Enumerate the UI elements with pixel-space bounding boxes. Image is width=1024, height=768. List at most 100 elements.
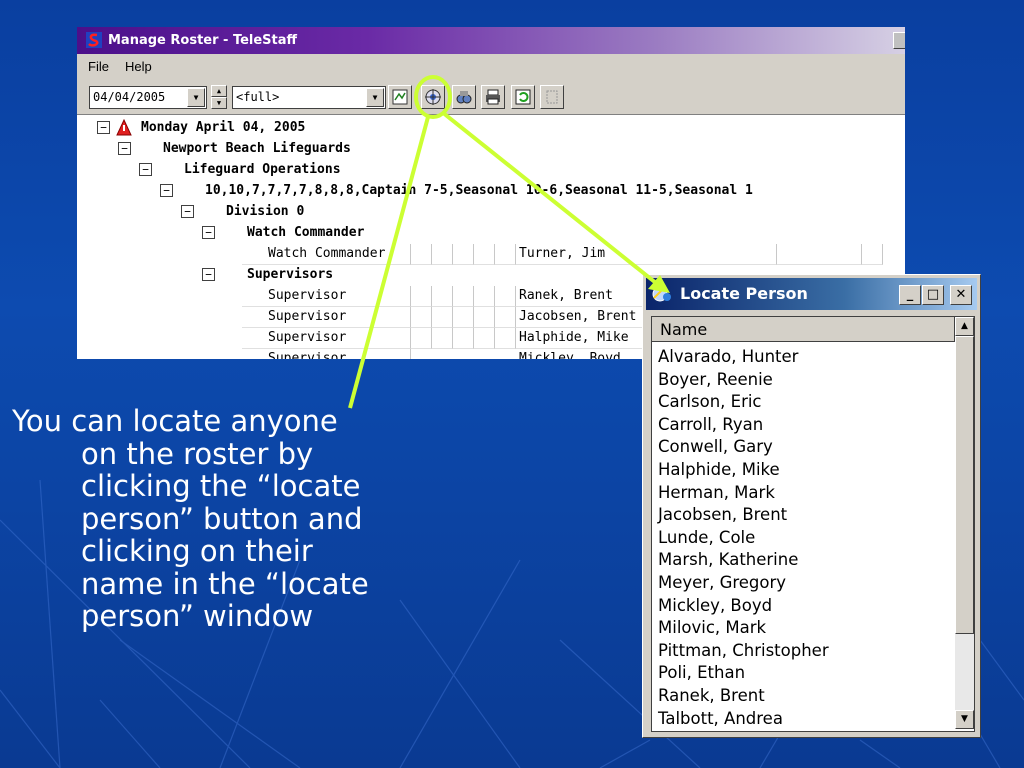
list-item[interactable]: Conwell, Gary [658,437,773,456]
locate-title: Locate Person [680,284,808,303]
window-control-button[interactable] [893,32,905,49]
search-button[interactable] [452,85,476,109]
collapse-icon[interactable]: − [160,184,173,197]
name-column-header[interactable]: Name [652,317,955,342]
scroll-down-icon[interactable]: ▼ [955,710,974,729]
list-item[interactable]: Talbott, Andrea [658,709,783,728]
caption-line: name in the “locate [81,566,369,601]
position-cell: Supervisor [242,307,411,328]
list-item[interactable]: Pittman, Christopher [658,641,829,660]
empty-cell [432,244,453,265]
close-icon[interactable]: ✕ [950,285,972,305]
list-item[interactable]: Carlson, Eric [658,392,762,411]
list-item[interactable]: Mickley, Boyd [658,596,772,615]
list-item[interactable]: Poli, Ethan [658,663,745,682]
tree-node-division[interactable]: − Division 0 [77,202,905,223]
name-list[interactable]: Name Alvarado, Hunter Boyer, Reenie Carlso… [651,316,975,732]
maximize-icon[interactable]: □ [922,285,944,305]
position-cell: Supervisor [242,286,411,307]
locate-person-button[interactable] [421,85,445,109]
list-item[interactable]: Halphide, Mike [658,460,780,479]
date-dropdown-button[interactable]: ▼ [187,88,205,107]
tree-node-watch[interactable]: − Watch Commander [77,223,905,244]
roster-title: Manage Roster - TeleStaff [108,33,298,48]
table-row[interactable]: Watch Commander Turner, Jim [77,244,905,265]
collapse-icon[interactable]: − [118,142,131,155]
roster-titlebar[interactable]: Manage Roster - TeleStaff [77,27,905,54]
view-dropdown-button[interactable]: ▼ [366,88,384,107]
menu-file[interactable]: File [88,59,109,74]
person-name: Ranek, Brent [519,288,613,303]
print-button[interactable] [481,85,505,109]
view-select[interactable]: <full> ▼ [232,86,386,109]
locate-titlebar[interactable]: Locate Person _ □ ✕ [646,278,977,310]
empty-cell [474,328,495,349]
list-item[interactable]: Meyer, Gregory [658,573,786,592]
list-item[interactable]: Herman, Mark [658,483,775,502]
position-text: Watch Commander [268,246,386,261]
list-item[interactable]: Lunde, Cole [658,528,755,547]
list-item[interactable]: Carroll, Ryan [658,415,763,434]
date-spinner[interactable]: ▲ ▼ [211,85,227,109]
position-text: Supervisor [268,309,347,324]
spin-down-icon[interactable]: ▼ [211,97,227,109]
position-cell: Supervisor [242,349,411,359]
position-cell: Watch Commander [242,244,411,265]
person-name: Halphide, Mike [519,330,629,345]
list-item[interactable]: Milovic, Mark [658,618,766,637]
collapse-icon[interactable]: − [139,163,152,176]
disabled-tool-button[interactable] [540,85,564,109]
empty-cell [411,328,432,349]
spin-up-icon[interactable]: ▲ [211,85,227,97]
list-item[interactable]: Ranek, Brent [658,686,765,705]
locate-person-icon [425,89,441,105]
shift-codes: 10,10,7,7,7,7,8,8,8,Captain 7-5,Seasonal… [205,183,753,198]
toolbar: 04/04/2005 ▼ ▲ ▼ <full> ▼ [77,80,905,115]
scrollbar[interactable]: ▲ ▼ [955,317,974,729]
tree-node-operations[interactable]: − Lifeguard Operations [77,160,905,181]
minimize-icon[interactable]: _ [899,285,921,305]
empty-cell [777,244,862,265]
empty-cell [432,307,453,328]
list-item[interactable]: Marsh, Katherine [658,550,798,569]
menu-bar: File Help [77,54,905,80]
date-value: 04/04/2005 [93,90,166,104]
collapse-icon[interactable]: − [97,121,110,134]
roster-grid-button[interactable] [388,85,412,109]
locate-person-icon [652,286,671,302]
caption-line: person” button and [81,501,363,536]
watch-group-label: Watch Commander [247,225,365,240]
person-name: Turner, Jim [519,246,606,261]
collapse-icon[interactable]: − [181,205,194,218]
name-cell: Turner, Jim [516,244,777,265]
tree-node-shifts[interactable]: − 10,10,7,7,7,7,8,8,8,Captain 7-5,Season… [77,181,905,202]
tree-node-agency[interactable]: − Newport Beach Lifeguards [77,139,905,160]
caption-line: on the roster by [81,436,314,471]
list-item[interactable]: Jacobsen, Brent [658,505,787,524]
empty-cell [495,328,516,349]
empty-cell [862,244,883,265]
empty-cell [495,307,516,328]
scroll-up-icon[interactable]: ▲ [955,317,974,336]
empty-cell [453,244,474,265]
collapse-icon[interactable]: − [202,226,215,239]
empty-cell [432,328,453,349]
empty-cell [453,286,474,307]
binoculars-icon [456,91,472,104]
refresh-button[interactable] [511,85,535,109]
tree-node-date[interactable]: − Monday April 04, 2005 [77,118,905,139]
list-item[interactable]: Alvarado, Hunter [658,347,798,366]
scroll-thumb[interactable] [955,336,974,634]
collapse-icon[interactable]: − [202,268,215,281]
empty-cell [453,328,474,349]
menu-help[interactable]: Help [125,59,152,74]
empty-cell [432,286,453,307]
position-text: Supervisor [268,330,347,345]
caption-line: You can locate anyone [12,404,338,438]
alert-bell-icon [116,119,132,136]
position-text: Supervisor [268,288,347,303]
operations-label: Lifeguard Operations [184,162,341,177]
date-field[interactable]: 04/04/2005 ▼ [89,86,207,109]
division-label: Division 0 [226,204,305,219]
list-item[interactable]: Boyer, Reenie [658,370,773,389]
